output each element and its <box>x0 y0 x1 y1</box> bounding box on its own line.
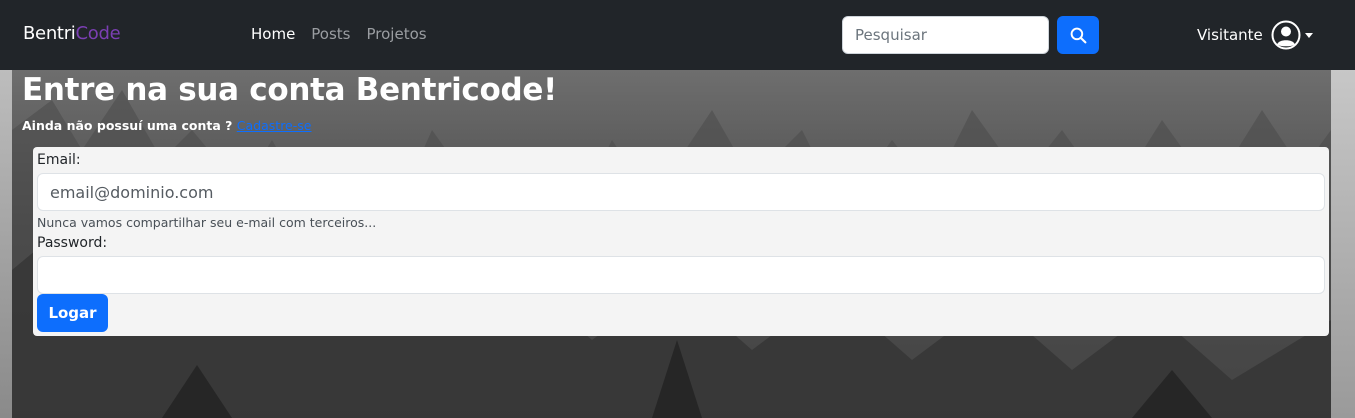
password-label: Password: <box>37 235 108 251</box>
login-button[interactable]: Logar <box>37 294 108 332</box>
login-form: Email: Nunca vamos compartilhar seu e-ma… <box>33 147 1329 336</box>
user-menu[interactable]: Visitante <box>1197 20 1313 50</box>
background-edge-right <box>1331 70 1355 418</box>
user-circle-icon <box>1271 20 1301 50</box>
page-title: Entre na sua conta Bentricode! <box>22 72 557 108</box>
email-label: Email: <box>37 152 81 168</box>
email-field[interactable] <box>37 173 1325 211</box>
background-edge-left <box>0 70 12 418</box>
user-name: Visitante <box>1197 26 1263 44</box>
nav-links: Home Posts Projetos <box>251 25 427 43</box>
signup-link[interactable]: Cadastre-se <box>237 118 312 133</box>
brand-name-part1: Bentri <box>23 23 76 44</box>
brand-name-part2: Code <box>75 23 121 44</box>
search-icon <box>1070 27 1086 43</box>
brand-logo[interactable]: BentriCode <box>23 23 121 44</box>
password-field[interactable] <box>37 256 1325 294</box>
search-button[interactable] <box>1057 16 1099 54</box>
nav-link-home[interactable]: Home <box>251 25 295 43</box>
nav-link-posts[interactable]: Posts <box>311 25 350 43</box>
search-input[interactable] <box>842 16 1049 54</box>
email-help-text: Nunca vamos compartilhar seu e-mail com … <box>37 215 377 230</box>
signup-prompt: Ainda não possuí uma conta ? Cadastre-se <box>22 118 311 133</box>
signup-prompt-text: Ainda não possuí uma conta ? <box>22 118 237 133</box>
navbar: BentriCode Home Posts Projetos Visitante <box>0 0 1355 70</box>
caret-down-icon <box>1304 32 1313 38</box>
nav-link-projetos[interactable]: Projetos <box>367 25 427 43</box>
